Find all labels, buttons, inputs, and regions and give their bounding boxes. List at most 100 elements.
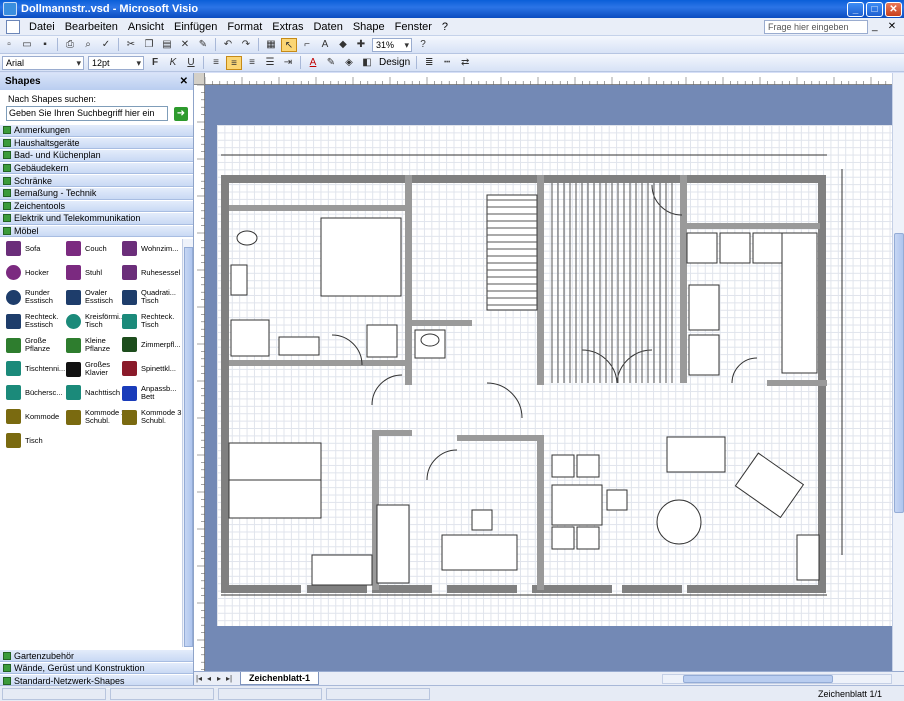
vertical-ruler[interactable]	[194, 84, 205, 671]
chair[interactable]	[551, 454, 575, 478]
wall-interior[interactable]	[680, 278, 687, 383]
door-swing[interactable]	[486, 382, 523, 419]
shape-item[interactable]: Spinettkl...	[122, 361, 182, 376]
shape-item[interactable]: Ruhesessel	[122, 265, 182, 280]
wall-interior[interactable]	[229, 205, 405, 211]
scroll-thumb[interactable]	[894, 233, 904, 513]
shapes-window-icon[interactable]: ▦	[263, 38, 279, 52]
stove[interactable]	[688, 334, 720, 376]
stencil-bemassung[interactable]: Bemaßung - Technik	[0, 186, 193, 200]
wall-interior[interactable]	[229, 360, 405, 366]
menu-extras[interactable]: Extras	[267, 21, 308, 33]
line-ends-icon[interactable]: ⇄	[457, 56, 473, 70]
stencil-elektrik[interactable]: Elektrik und Telekommunikation	[0, 212, 193, 225]
doc-close-icon[interactable]: ✕	[886, 21, 898, 33]
wall-interior[interactable]	[372, 430, 412, 436]
scroll-thumb[interactable]	[683, 675, 833, 683]
toilet[interactable]	[236, 230, 258, 246]
wall-south-4[interactable]	[447, 585, 517, 593]
shape-item[interactable]: Couch	[66, 241, 126, 256]
align-center-icon[interactable]: ≡	[226, 55, 242, 70]
print-icon[interactable]: ⎙	[62, 38, 78, 52]
text-tool-icon[interactable]: A	[317, 38, 333, 52]
menu-ansicht[interactable]: Ansicht	[123, 21, 169, 33]
bathtub[interactable]	[320, 217, 402, 297]
shape-item[interactable]: Kommode	[6, 409, 66, 424]
shape-item[interactable]: Quadrati... Tisch	[122, 289, 182, 305]
stencil-schraenke[interactable]: Schränke	[0, 174, 193, 187]
new-icon[interactable]: ▫	[1, 38, 17, 52]
kitchen-sink[interactable]	[688, 284, 720, 331]
scroll-thumb[interactable]	[184, 247, 193, 647]
stairs[interactable]	[486, 194, 538, 311]
drawing-page[interactable]	[217, 125, 892, 626]
chair[interactable]	[471, 509, 493, 531]
open-icon[interactable]: ▭	[19, 38, 35, 52]
shape-item[interactable]: Anpassb... Bett	[122, 385, 182, 401]
shape-item[interactable]: Rechteck. Esstisch	[6, 313, 66, 329]
vertical-scrollbar[interactable]	[892, 73, 904, 671]
undo-icon[interactable]: ↶	[220, 38, 236, 52]
stencil-waende[interactable]: Wände, Gerüst und Konstruktion	[0, 661, 193, 675]
help-search-input[interactable]: Frage hier eingeben	[764, 20, 868, 34]
stamp-tool-icon[interactable]: ◆	[335, 38, 351, 52]
desk[interactable]	[311, 554, 373, 586]
cut-icon[interactable]: ✂	[123, 38, 139, 52]
close-button[interactable]: ✕	[885, 1, 902, 17]
search-go-icon[interactable]: ➜	[174, 106, 188, 121]
shape-item[interactable]: Tisch	[6, 433, 66, 448]
tab-zeichenblatt-1[interactable]: Zeichenblatt-1	[240, 672, 320, 685]
font-size-select[interactable]: 12pt	[88, 55, 144, 70]
delete-icon[interactable]: ✕	[177, 38, 193, 52]
menu-datei[interactable]: Datei	[24, 21, 60, 33]
shape-item[interactable]: Kommode 3 Schubl.	[122, 409, 182, 425]
shape-item[interactable]: Tischtenni...	[6, 361, 66, 376]
connection-point-icon[interactable]: ✚	[353, 38, 369, 52]
shape-item[interactable]: Stuhl	[66, 265, 126, 280]
drawing-canvas[interactable]	[205, 85, 892, 671]
print-preview-icon[interactable]: ⌕	[80, 38, 96, 52]
chair[interactable]	[576, 454, 600, 478]
minimize-button[interactable]: _	[847, 1, 864, 17]
stencil-moebel[interactable]: Möbel	[0, 224, 193, 238]
shape-item[interactable]: Kleine Pflanze	[66, 337, 126, 353]
shape-item[interactable]: Zimmerpfl...	[122, 337, 182, 352]
visio-app-icon[interactable]	[3, 2, 17, 16]
shape-search-input[interactable]: Geben Sie Ihren Suchbegriff hier ein	[6, 106, 168, 121]
wall-interior[interactable]	[680, 223, 820, 229]
align-left-icon[interactable]: ≡	[208, 56, 224, 70]
bed[interactable]	[228, 442, 322, 481]
wall-interior[interactable]	[537, 435, 544, 590]
menu-format[interactable]: Format	[222, 21, 267, 33]
round-table[interactable]	[656, 499, 702, 545]
kitchen-cabinet[interactable]	[719, 232, 751, 264]
prev-page-icon[interactable]: ◂	[204, 674, 214, 683]
wall-interior[interactable]	[537, 175, 544, 385]
door-swing[interactable]	[616, 349, 653, 384]
maximize-button[interactable]: □	[866, 1, 883, 17]
connector-tool-icon[interactable]: ⌐	[299, 38, 315, 52]
shape-item[interactable]: Wohnzim...	[122, 241, 182, 256]
menu-bearbeiten[interactable]: Bearbeiten	[60, 21, 123, 33]
menu-help[interactable]: ?	[437, 21, 453, 33]
indent-icon[interactable]: ⇥	[280, 56, 296, 70]
wall-interior[interactable]	[457, 435, 537, 441]
bold-button[interactable]: F	[147, 56, 163, 70]
door-swing[interactable]	[426, 449, 458, 481]
document-icon[interactable]	[6, 19, 20, 34]
kitchen-cabinet[interactable]	[752, 232, 784, 264]
shape-item[interactable]: Büchersc...	[6, 385, 66, 400]
first-page-icon[interactable]: |◂	[194, 674, 204, 683]
wall-south-7[interactable]	[687, 585, 826, 593]
underline-button[interactable]: U	[183, 56, 199, 70]
desk-2[interactable]	[441, 534, 518, 571]
kitchen-counter[interactable]	[781, 232, 818, 374]
menu-shape[interactable]: Shape	[348, 21, 390, 33]
wall-south-2[interactable]	[307, 585, 367, 593]
wall-north[interactable]	[221, 175, 826, 183]
cabinet[interactable]	[796, 534, 820, 581]
stencil-anmerkungen[interactable]: Anmerkungen	[0, 124, 193, 137]
vanity[interactable]	[366, 324, 398, 358]
horizontal-ruler[interactable]	[204, 73, 892, 85]
chair[interactable]	[551, 526, 575, 550]
